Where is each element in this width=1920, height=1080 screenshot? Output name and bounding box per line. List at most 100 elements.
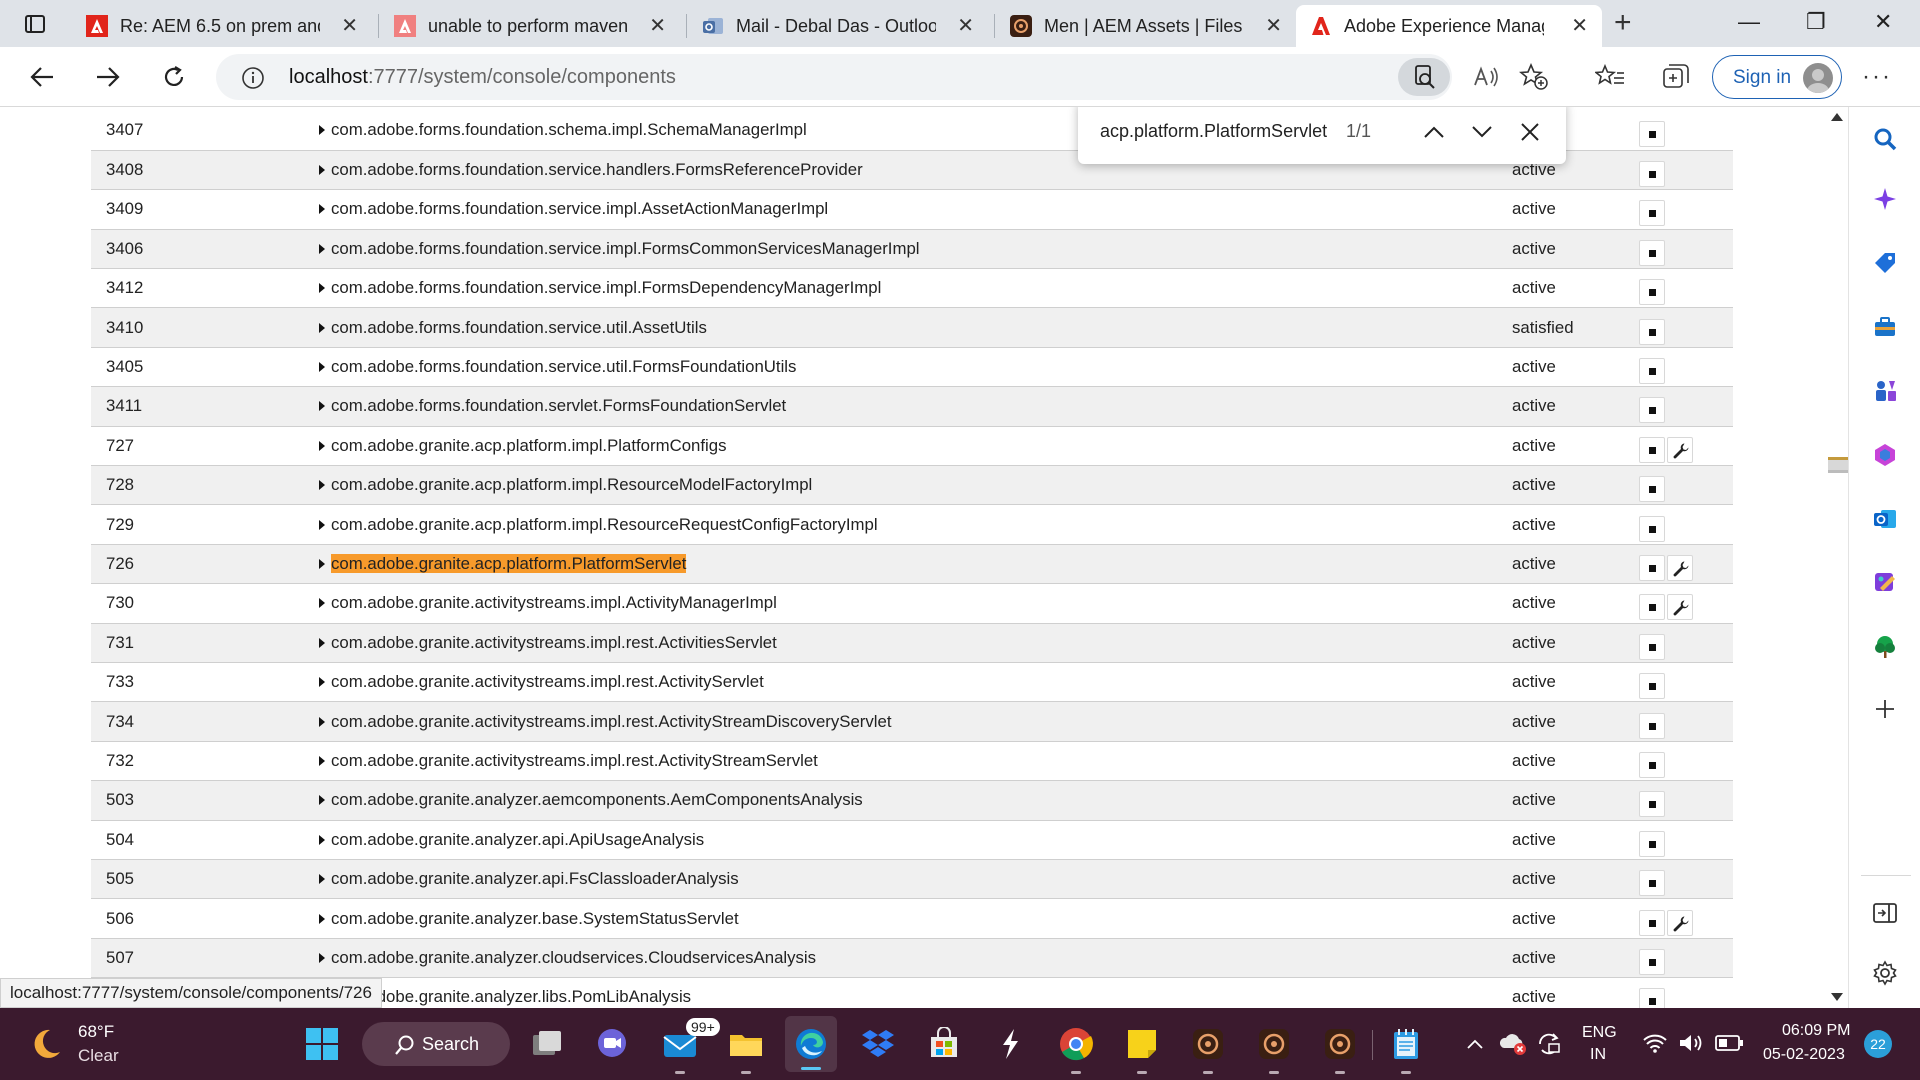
find-on-page-button[interactable] xyxy=(1398,58,1450,96)
refresh-button[interactable] xyxy=(158,61,190,93)
disable-button[interactable] xyxy=(1639,397,1665,424)
expand-caret-icon[interactable] xyxy=(319,755,325,766)
table-row[interactable]: 503 com.adobe.granite.analyzer.aemcompone… xyxy=(91,780,1733,821)
expand-caret-icon[interactable] xyxy=(319,322,325,333)
url-text[interactable]: localhost:7777/system/console/components xyxy=(289,66,676,89)
table-row[interactable]: 3405 com.adobe.forms.foundation.service.u… xyxy=(91,347,1733,387)
table-row[interactable]: 504 com.adobe.granite.analyzer.api.ApiUsa… xyxy=(91,820,1733,860)
table-row[interactable]: 730 com.adobe.granite.activitystreams.imp… xyxy=(91,583,1733,624)
taskbar-search[interactable]: Search xyxy=(362,1022,510,1066)
sidebar-games-button[interactable] xyxy=(1869,375,1901,407)
disable-button[interactable] xyxy=(1639,751,1665,778)
disable-button[interactable] xyxy=(1639,712,1665,739)
disable-button[interactable] xyxy=(1639,948,1665,975)
file-explorer-button[interactable] xyxy=(726,1024,766,1074)
expand-caret-icon[interactable] xyxy=(319,874,325,885)
expand-caret-icon[interactable] xyxy=(319,637,325,648)
disable-button[interactable] xyxy=(1639,909,1665,936)
sidebar-search-button[interactable] xyxy=(1869,123,1901,155)
battery-icon[interactable] xyxy=(1714,1034,1744,1052)
component-name-link[interactable]: com.adobe.granite.acp.platform.PlatformS… xyxy=(331,553,687,573)
table-row[interactable]: 506 com.adobe.granite.analyzer.base.Syste… xyxy=(91,898,1733,939)
language-primary[interactable]: ENG xyxy=(1582,1024,1617,1042)
close-icon[interactable]: ✕ xyxy=(1265,16,1282,36)
disable-button[interactable] xyxy=(1639,515,1665,542)
task-view-button[interactable] xyxy=(528,1024,568,1064)
collections-button[interactable] xyxy=(1660,61,1692,93)
disable-button[interactable] xyxy=(1639,633,1665,660)
info-icon[interactable] xyxy=(241,66,265,90)
dropbox-button[interactable] xyxy=(858,1024,898,1064)
table-row[interactable]: 507 com.adobe.granite.analyzer.cloudservi… xyxy=(91,938,1733,978)
sync-icon[interactable] xyxy=(1535,1030,1563,1058)
forward-button[interactable] xyxy=(92,61,124,93)
configure-button[interactable] xyxy=(1667,436,1693,463)
component-name-link[interactable]: com.adobe.forms.foundation.service.impl.… xyxy=(331,199,828,218)
sidebar-add-button[interactable] xyxy=(1869,693,1901,725)
expand-caret-icon[interactable] xyxy=(319,480,325,491)
tab-1[interactable]: Re: AEM 6.5 on prem and a ✕ xyxy=(72,5,372,47)
sidebar-shopping-button[interactable] xyxy=(1869,247,1901,279)
close-icon[interactable]: ✕ xyxy=(341,16,358,36)
component-name-link[interactable]: com.adobe.granite.analyzer.api.FsClasslo… xyxy=(331,869,739,888)
chrome-button[interactable] xyxy=(1056,1024,1096,1074)
tab-4[interactable]: Men | AEM Assets | Files ✕ xyxy=(996,5,1296,47)
expand-caret-icon[interactable] xyxy=(319,204,325,215)
expand-caret-icon[interactable] xyxy=(319,440,325,451)
close-icon[interactable]: ✕ xyxy=(957,16,974,36)
component-name-link[interactable]: com.adobe.granite.analyzer.api.ApiUsageA… xyxy=(331,830,704,849)
show-hidden-icons-icon[interactable] xyxy=(1466,1038,1484,1050)
expand-caret-icon[interactable] xyxy=(319,125,325,136)
scroll-down-icon[interactable] xyxy=(1831,993,1843,1001)
onedrive-offline-icon[interactable] xyxy=(1498,1030,1528,1056)
expand-caret-icon[interactable] xyxy=(319,913,325,924)
configure-button[interactable] xyxy=(1667,594,1693,621)
notification-badge[interactable]: 22 xyxy=(1864,1030,1892,1058)
disable-button[interactable] xyxy=(1639,121,1665,148)
sidebar-settings-button[interactable] xyxy=(1869,957,1901,989)
teams-chat-button[interactable] xyxy=(592,1024,632,1064)
component-name-link[interactable]: com.adobe.granite.activitystreams.impl.r… xyxy=(331,672,764,691)
find-next-button[interactable] xyxy=(1469,119,1495,145)
expand-caret-icon[interactable] xyxy=(319,598,325,609)
component-name-link[interactable]: com.adobe.forms.foundation.service.handl… xyxy=(331,160,863,179)
expand-caret-icon[interactable] xyxy=(319,952,325,963)
component-name-link[interactable]: com.adobe.granite.acp.platform.impl.Plat… xyxy=(331,436,726,455)
component-name-link[interactable]: com.adobe.granite.analyzer.aemcomponents… xyxy=(331,790,863,809)
favorites-button[interactable] xyxy=(1594,61,1626,93)
vertical-scrollbar[interactable] xyxy=(1826,107,1848,1008)
expand-caret-icon[interactable] xyxy=(319,283,325,294)
component-name-link[interactable]: com.adobe.granite.analyzer.cloudservices… xyxy=(331,948,816,967)
table-row[interactable]: 731 com.adobe.granite.activitystreams.imp… xyxy=(91,623,1733,663)
close-icon[interactable]: ✕ xyxy=(649,16,666,36)
disable-button[interactable] xyxy=(1639,830,1665,857)
wifi-icon[interactable] xyxy=(1642,1032,1668,1054)
expand-caret-icon[interactable] xyxy=(319,401,325,412)
tab-5-active[interactable]: Adobe Experience Manager ✕ xyxy=(1296,5,1602,47)
volume-icon[interactable] xyxy=(1678,1032,1706,1054)
aem-app-button-1[interactable] xyxy=(1188,1024,1228,1074)
table-row[interactable]: 726 com.adobe.granite.acp.platform.Platfo… xyxy=(91,544,1733,584)
disable-button[interactable] xyxy=(1639,594,1665,621)
table-row[interactable]: 733 com.adobe.granite.activitystreams.imp… xyxy=(91,662,1733,702)
table-row[interactable]: 505 com.adobe.granite.analyzer.api.FsClas… xyxy=(91,859,1733,899)
disable-button[interactable] xyxy=(1639,318,1665,345)
table-row[interactable]: 729 com.adobe.granite.acp.platform.impl.R… xyxy=(91,504,1733,545)
read-aloud-button[interactable] xyxy=(1461,58,1513,96)
add-favorite-button[interactable] xyxy=(1518,61,1550,93)
component-name-link[interactable]: com.adobe.forms.foundation.servlet.Forms… xyxy=(331,396,786,415)
table-row[interactable]: 734 com.adobe.granite.activitystreams.imp… xyxy=(91,701,1733,742)
expand-caret-icon[interactable] xyxy=(319,362,325,373)
disable-button[interactable] xyxy=(1639,673,1665,700)
sidebar-tree-button[interactable] xyxy=(1869,631,1901,663)
component-name-link[interactable]: com.adobe.forms.foundation.service.util.… xyxy=(331,318,707,337)
expand-caret-icon[interactable] xyxy=(319,834,325,845)
configure-button[interactable] xyxy=(1667,554,1693,581)
table-row[interactable]: 3410 com.adobe.forms.foundation.service.u… xyxy=(91,307,1733,348)
disable-button[interactable] xyxy=(1639,358,1665,385)
aem-app-button-2[interactable] xyxy=(1254,1024,1294,1074)
sidebar-copilot-button[interactable] xyxy=(1869,183,1901,215)
sidebar-office-button[interactable] xyxy=(1869,439,1901,471)
configure-button[interactable] xyxy=(1667,909,1693,936)
tab-actions-button[interactable] xyxy=(14,9,56,39)
